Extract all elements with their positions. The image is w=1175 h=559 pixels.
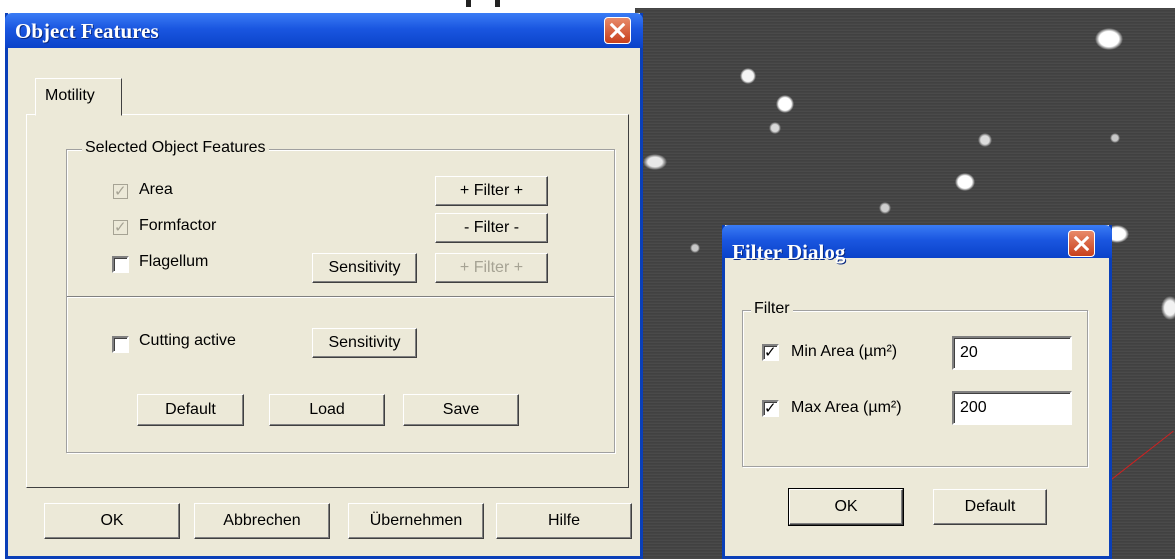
filter-group-caption: Filter <box>751 300 793 318</box>
filter-plus-disabled-button: + Filter + <box>435 253 548 283</box>
window-title: Object Features <box>15 19 159 43</box>
filter-dialog-title: Filter Dialog <box>732 240 846 264</box>
close-icon[interactable] <box>1068 230 1095 257</box>
min-area-checkbox[interactable] <box>762 343 779 361</box>
group-divider <box>67 296 614 298</box>
filter-group <box>742 310 1088 467</box>
tab-label: Motility <box>45 87 95 104</box>
cutting-active-label: Cutting active <box>139 332 236 349</box>
ok-button[interactable]: OK <box>44 503 180 539</box>
area-checkbox <box>113 182 128 200</box>
save-button[interactable]: Save <box>403 394 519 426</box>
formfactor-checkbox <box>113 218 128 236</box>
area-label: Area <box>139 181 173 198</box>
filter-plus-button[interactable]: + Filter + <box>435 176 548 206</box>
filter-minus-button[interactable]: - Filter - <box>435 213 548 243</box>
flagellum-checkbox[interactable] <box>112 256 129 273</box>
desktop-top-marker <box>440 0 510 8</box>
max-area-label: Max Area (µm²) <box>791 399 902 416</box>
default-button[interactable]: Default <box>137 394 244 426</box>
close-icon[interactable] <box>604 17 631 44</box>
min-area-input[interactable]: 20 <box>952 336 1072 370</box>
filter-default-button[interactable]: Default <box>933 489 1047 525</box>
cutting-sensitivity-button[interactable]: Sensitivity <box>312 328 417 358</box>
object-features-window: Object Features Motility Selected Object… <box>5 13 643 559</box>
tab-motility[interactable]: Motility <box>35 78 122 116</box>
load-button[interactable]: Load <box>269 394 385 426</box>
flagellum-label: Flagellum <box>139 253 209 270</box>
filter-dialog-window: Filter Dialog Filter Min Area (µm²) 20 M… <box>722 225 1112 559</box>
flagellum-sensitivity-button[interactable]: Sensitivity <box>312 253 417 283</box>
help-button[interactable]: Hilfe <box>496 503 632 539</box>
cutting-active-checkbox[interactable] <box>112 336 129 353</box>
group-caption: Selected Object Features <box>82 139 269 157</box>
cancel-button[interactable]: Abbrechen <box>194 503 330 539</box>
formfactor-label: Formfactor <box>139 217 217 234</box>
filter-ok-button[interactable]: OK <box>788 488 904 526</box>
filter-dialog-titlebar[interactable]: Filter Dialog <box>722 225 1112 264</box>
object-features-titlebar[interactable]: Object Features <box>5 13 643 48</box>
max-area-checkbox[interactable] <box>762 399 779 417</box>
min-area-label: Min Area (µm²) <box>791 343 898 360</box>
max-area-input[interactable]: 200 <box>952 391 1072 425</box>
apply-button[interactable]: Übernehmen <box>348 503 484 539</box>
